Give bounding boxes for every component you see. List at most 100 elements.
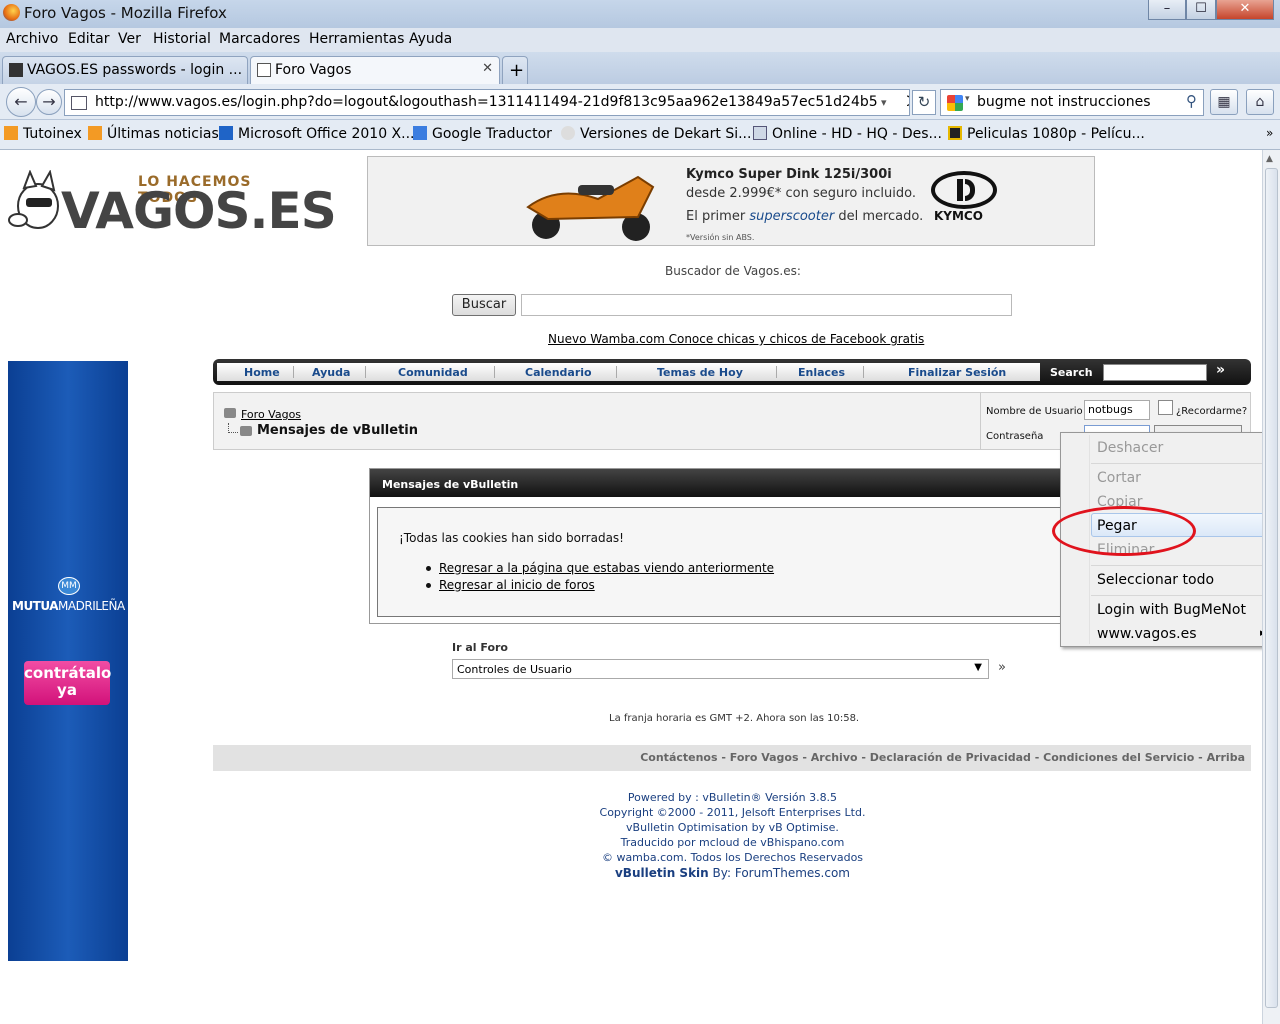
remember-checkbox[interactable]: [1158, 400, 1173, 415]
bookmarks-overflow-icon[interactable]: »: [1266, 126, 1273, 140]
bookmark-tutoinex[interactable]: Tutoinex: [4, 126, 82, 142]
search-label: Buscador de Vagos.es:: [665, 264, 801, 278]
menu-archivo[interactable]: Archivo: [6, 31, 58, 47]
red-highlight-circle: [1052, 506, 1196, 556]
nav-finalizar-sesion[interactable]: Finalizar Sesión: [908, 366, 1006, 379]
credits: Powered by : vBulletin® Versión 3.8.5 Co…: [560, 790, 905, 881]
kymco-banner-ad[interactable]: Kymco Super Dink 125i/300i desde 2.999€*…: [367, 156, 1095, 246]
breadcrumb-root-link[interactable]: Foro Vagos: [241, 408, 301, 421]
bookmark-google-traductor[interactable]: Google Traductor: [413, 126, 552, 142]
slogan-emphasis: superscooter: [749, 209, 835, 224]
banner-price: desde 2.999€* con seguro incluido.: [686, 186, 916, 201]
page-identity-icon: [71, 96, 87, 110]
footer-condiciones[interactable]: Condiciones del Servicio: [1043, 751, 1194, 764]
vertical-scrollbar[interactable]: ▲: [1262, 150, 1280, 1024]
skin-credit-c[interactable]: ForumThemes.com: [735, 866, 850, 880]
navbar-search-label: Search: [1050, 366, 1093, 379]
username-label: Nombre de Usuario: [986, 406, 1083, 417]
reload-icon[interactable]: ↻: [912, 90, 936, 115]
back-forum-home-link[interactable]: Regresar al inicio de foros: [439, 578, 595, 592]
credit-line: Traducido por mcloud de vBhispano.com: [620, 836, 845, 849]
engine-dropdown-icon[interactable]: ▾: [965, 94, 970, 104]
vagos-logo[interactable]: LO HACEMOS TODOS VAGOS.ES: [6, 170, 337, 250]
skin-credit-a[interactable]: vBulletin Skin: [615, 866, 709, 880]
mutua-madrilena-ad[interactable]: MM MUTUAMADRILEÑA contrátalo ya: [8, 361, 128, 961]
nav-calendario[interactable]: Calendario: [525, 366, 592, 379]
jump-select[interactable]: Controles de Usuario ▼: [452, 659, 989, 679]
bookmark-office-2010[interactable]: Microsoft Office 2010 X...: [219, 126, 415, 142]
nav-enlaces[interactable]: Enlaces: [798, 366, 845, 379]
navigation-toolbar: ← → http://www.vagos.es/login.php?do=log…: [0, 84, 1280, 120]
contratalo-button[interactable]: contrátalo ya: [24, 661, 111, 705]
forward-button[interactable]: →: [36, 89, 62, 115]
password-label: Contraseña: [986, 431, 1044, 442]
scooter-image: [526, 175, 655, 241]
nav-ayuda[interactable]: Ayuda: [312, 366, 350, 379]
wamba-promo-link[interactable]: Nuevo Wamba.com Conoce chicas y chicos d…: [548, 332, 924, 346]
grid-icon[interactable]: ▦: [1210, 89, 1238, 115]
bookmark-label: Google Traductor: [432, 126, 552, 142]
bookmark-peliculas-1080p[interactable]: Peliculas 1080p - Pelícu...: [948, 126, 1145, 142]
tab-foro-vagos[interactable]: Foro Vagos ✕: [250, 56, 500, 84]
home-icon[interactable]: ⌂: [1246, 89, 1274, 115]
skin-credit: vBulletin Skin By: ForumThemes.com: [560, 866, 905, 881]
footer-privacidad[interactable]: Declaración de Privacidad: [870, 751, 1031, 764]
tab-vagos-passwords[interactable]: VAGOS.ES passwords - login ...: [2, 56, 248, 84]
footer-archivo[interactable]: Archivo: [811, 751, 858, 764]
credit-line: Copyright ©2000 - 2011, Jelsoft Enterpri…: [599, 806, 866, 819]
tree-connector: [228, 423, 238, 433]
menu-separator: [1091, 463, 1262, 464]
username-input[interactable]: notbugs: [1084, 400, 1150, 420]
menu-item-seleccionar-todo[interactable]: Seleccionar todo: [1097, 572, 1214, 588]
bookmark-online-hd[interactable]: Online - HD - HQ - Des...: [753, 126, 942, 142]
bookmark-ultimas-noticias[interactable]: Últimas noticias: [88, 126, 219, 142]
ad-brand-a: MUTUA: [12, 599, 59, 613]
new-tab-button[interactable]: +: [502, 56, 528, 84]
maximize-button[interactable]: ☐: [1186, 0, 1216, 20]
close-button[interactable]: ✕: [1216, 0, 1274, 20]
menu-herramientas[interactable]: Herramientas: [309, 31, 404, 47]
address-bar[interactable]: http://www.vagos.es/login.php?do=logout&…: [64, 89, 910, 116]
back-previous-link[interactable]: Regresar a la página que estabas viendo …: [439, 561, 774, 575]
navbar-search-input[interactable]: [1103, 364, 1207, 381]
footer-foro-vagos[interactable]: Foro Vagos: [730, 751, 799, 764]
menu-marcadores[interactable]: Marcadores: [219, 31, 300, 47]
nav-temas-de-hoy[interactable]: Temas de Hoy: [657, 366, 743, 379]
menu-editar[interactable]: Editar: [68, 31, 109, 47]
menu-ver[interactable]: Ver: [118, 31, 141, 47]
scroll-up-icon[interactable]: ▲: [1266, 154, 1273, 164]
search-text: bugme not instrucciones: [977, 94, 1151, 110]
close-tab-icon[interactable]: ✕: [482, 61, 493, 76]
buscar-button[interactable]: Buscar: [452, 294, 516, 316]
menu-historial[interactable]: Historial: [153, 31, 211, 47]
footer-contactenos[interactable]: Contáctenos: [640, 751, 717, 764]
bookmark-label: Microsoft Office 2010 X...: [238, 126, 415, 142]
menu-item-www-vagos[interactable]: www.vagos.es: [1097, 626, 1196, 642]
menu-ayuda[interactable]: Ayuda: [409, 31, 452, 47]
minimize-button[interactable]: –: [1148, 0, 1186, 20]
search-icon[interactable]: ⚲: [1186, 92, 1197, 110]
message-box: Mensajes de vBulletin ¡Todas las cookies…: [369, 468, 1081, 624]
tab-label: Foro Vagos: [275, 62, 352, 78]
nav-home[interactable]: Home: [244, 366, 280, 379]
credit-line: vBulletin Optimisation by vB Optimise.: [626, 821, 839, 834]
back-button[interactable]: ←: [6, 87, 36, 117]
divider: [980, 393, 981, 449]
jump-go-icon[interactable]: »: [998, 660, 1006, 675]
search-bar[interactable]: ▾ bugme not instrucciones ⚲: [940, 89, 1204, 116]
scrollbar-thumb[interactable]: [1265, 168, 1278, 1008]
tab-bar: VAGOS.ES passwords - login ... Foro Vago…: [0, 52, 1280, 84]
page-icon: [257, 63, 271, 77]
page-content: LO HACEMOS TODOS VAGOS.ES Kymco Super Di…: [0, 150, 1262, 1024]
ad-brand-b: MADRILEÑA: [58, 599, 125, 613]
menu-item-login-bugmenot[interactable]: Login with BugMeNot: [1097, 602, 1246, 618]
bookmarks-toolbar: Tutoinex Últimas noticias Microsoft Offi…: [0, 120, 1280, 150]
rss-icon: [88, 126, 102, 140]
bookmark-dekart[interactable]: Versiones de Dekart Si...: [561, 126, 751, 142]
url-dropdown-icon[interactable]: ▾: [877, 90, 907, 115]
forum-search-input[interactable]: [521, 294, 1012, 316]
footer-arriba[interactable]: Arriba: [1207, 751, 1245, 764]
navbar-search-go-icon[interactable]: »: [1216, 362, 1225, 378]
url-text: http://www.vagos.es/login.php?do=logout&…: [95, 94, 910, 110]
nav-comunidad[interactable]: Comunidad: [398, 366, 468, 379]
